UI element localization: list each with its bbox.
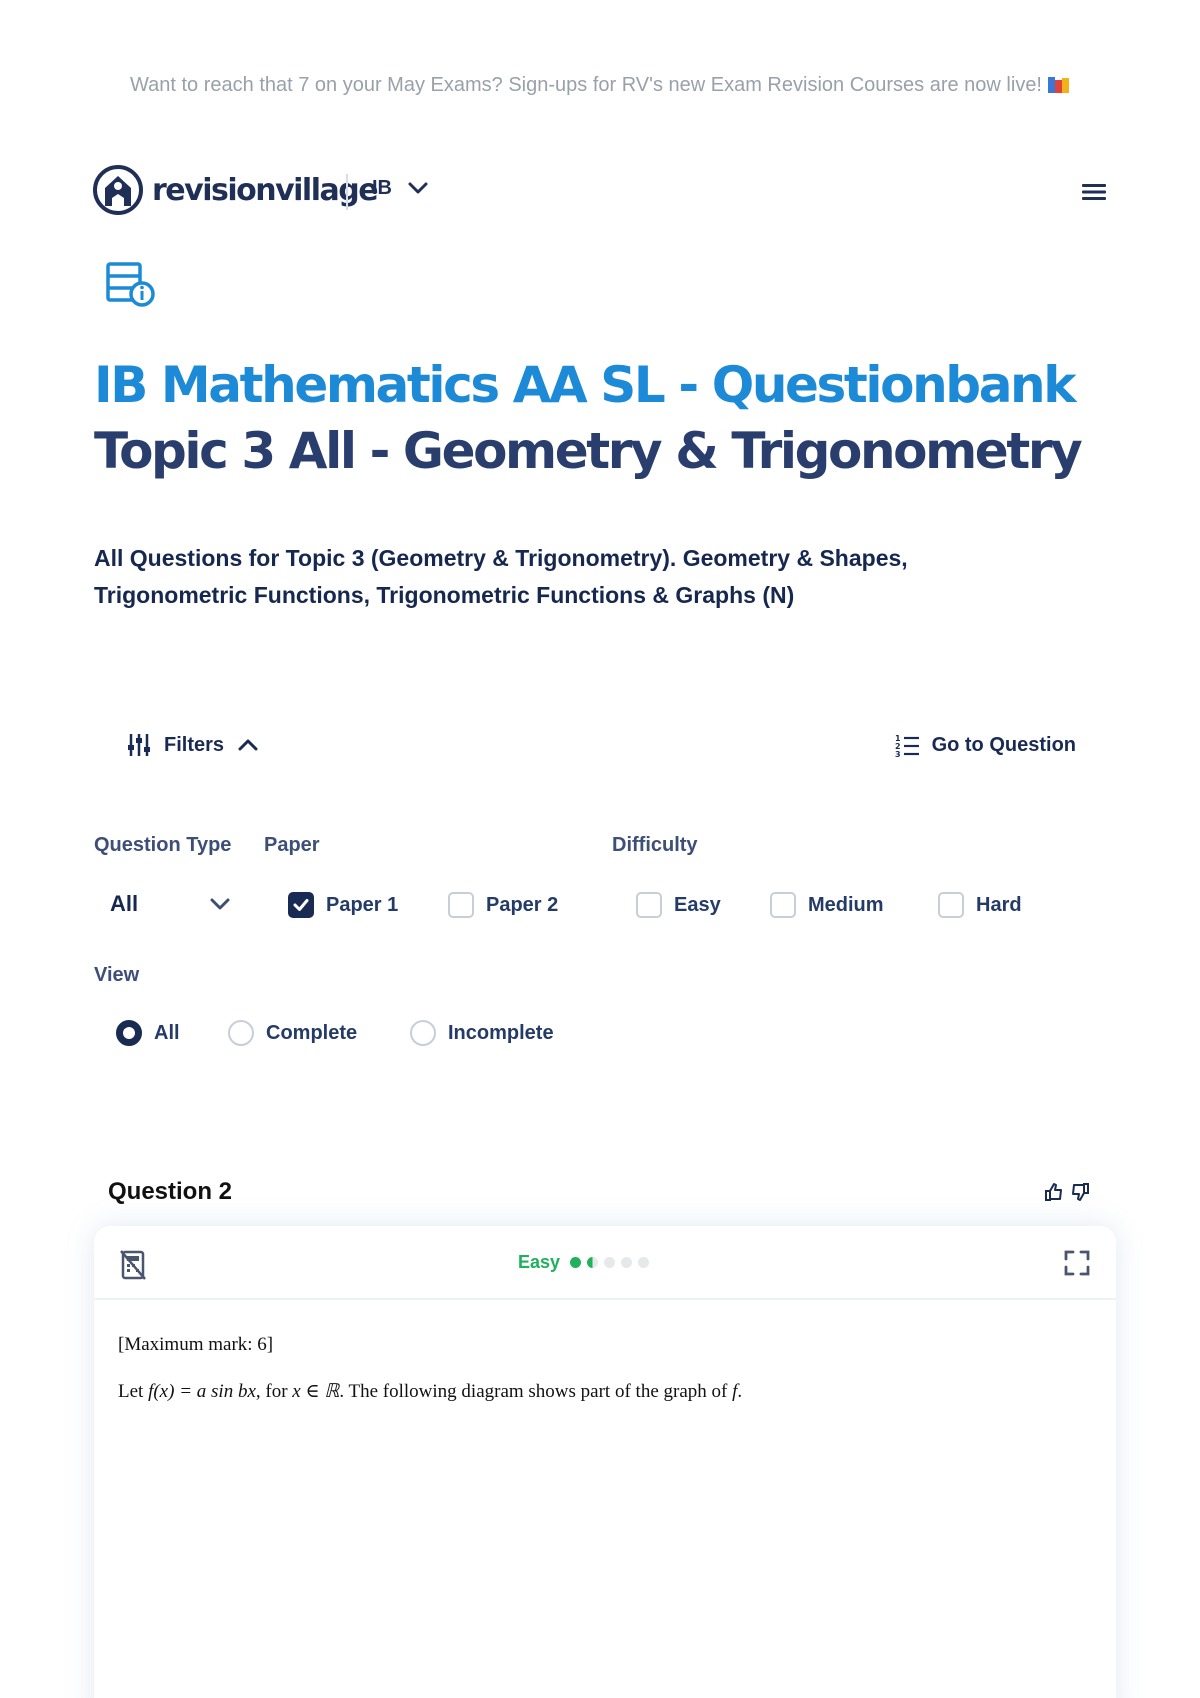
filters-toggle-button[interactable]: Filters [126, 732, 260, 758]
no-calculator-icon [120, 1250, 146, 1280]
thumbs-down-icon[interactable] [1070, 1182, 1090, 1202]
checkbox-unchecked-icon [770, 892, 796, 918]
checkbox-unchecked-icon [448, 892, 474, 918]
paper-2-checkbox[interactable]: Paper 2 [448, 892, 558, 918]
books-icon [1048, 75, 1070, 93]
difficulty-dot [604, 1257, 616, 1268]
difficulty-label: Difficulty [612, 834, 698, 856]
logo-mark-icon [93, 165, 143, 215]
question-text: Let f(x) = a sin bx, for x ∈ ℝ. The foll… [118, 1381, 743, 1402]
difficulty-medium-checkbox[interactable]: Medium [770, 892, 884, 918]
view-incomplete-label: Incomplete [448, 1021, 554, 1044]
chevron-down-icon [408, 182, 428, 194]
numbered-list-icon: 1 2 3 [895, 734, 919, 758]
page-subtitle: All Questions for Topic 3 (Geometry & Tr… [94, 545, 908, 608]
chevron-up-icon [238, 739, 258, 751]
difficulty-medium-label: Medium [808, 893, 884, 916]
difficulty-easy-label: Easy [674, 893, 721, 916]
curriculum-selector[interactable]: IB [372, 176, 430, 200]
question-card-toolbar: Easy [94, 1226, 1116, 1300]
question-body: [Maximum mark: 6] Let f(x) = a sin bx, f… [94, 1300, 1116, 1461]
question-card: Easy [Maximum mark: 6] Let f(x) = a sin … [94, 1226, 1116, 1698]
logo-text: revisionvillage [152, 172, 379, 208]
paper-2-label: Paper 2 [486, 893, 559, 916]
question-type-value: All [110, 891, 139, 916]
difficulty-hard-label: Hard [976, 893, 1022, 916]
view-all-radio[interactable]: All [116, 1020, 180, 1046]
svg-text:3: 3 [895, 750, 901, 758]
checkbox-checked-icon [288, 892, 314, 918]
checkbox-unchecked-icon [636, 892, 662, 918]
filters-label: Filters [164, 733, 225, 756]
banner-text: Want to reach that 7 on your May Exams? … [130, 74, 1042, 96]
maximum-mark: [Maximum mark: 6] [118, 1334, 274, 1355]
difficulty-dot [638, 1257, 650, 1268]
view-complete-label: Complete [266, 1021, 358, 1044]
difficulty-indicator: Easy [518, 1252, 650, 1273]
difficulty-text: Easy [518, 1252, 561, 1272]
radio-unselected-icon [228, 1020, 254, 1046]
question-title: Question 2 [108, 1178, 233, 1205]
curriculum-label: IB [372, 176, 392, 199]
view-all-label: All [154, 1021, 180, 1044]
thumbs-up-icon[interactable] [1044, 1182, 1064, 1202]
hamburger-menu-icon[interactable] [1080, 178, 1108, 206]
go-to-question-button[interactable]: 1 2 3 Go to Question [894, 732, 1076, 759]
fullscreen-icon[interactable] [1064, 1250, 1090, 1276]
page-topic-title: Topic 3 All - Geometry & Trigonometry [94, 422, 1083, 480]
announcement-banner[interactable]: Want to reach that 7 on your May Exams? … [100, 70, 1100, 101]
difficulty-dot [621, 1257, 633, 1268]
difficulty-dots [570, 1257, 650, 1268]
view-label: View [94, 964, 140, 986]
page-title: IB Mathematics AA SL - Questionbank [94, 356, 1076, 414]
filters-bar: Filters 1 2 3 Go to Question [126, 726, 1076, 766]
difficulty-dot [587, 1257, 599, 1268]
header-divider [346, 174, 348, 210]
chevron-down-icon [210, 898, 230, 910]
difficulty-easy-checkbox[interactable]: Easy [636, 892, 721, 918]
site-header: revisionvillage IB [92, 164, 1116, 220]
view-incomplete-radio[interactable]: Incomplete [410, 1020, 554, 1046]
radio-selected-icon [116, 1020, 142, 1046]
view-complete-radio[interactable]: Complete [228, 1020, 357, 1046]
radio-unselected-icon [410, 1020, 436, 1046]
sliders-icon [128, 734, 150, 756]
question-type-select[interactable]: All [110, 886, 232, 922]
rating-buttons [1044, 1182, 1090, 1202]
checkbox-unchecked-icon [938, 892, 964, 918]
paper-1-checkbox[interactable]: Paper 1 [288, 892, 398, 918]
logo[interactable]: revisionvillage [92, 164, 379, 216]
difficulty-hard-checkbox[interactable]: Hard [938, 892, 1022, 918]
go-to-question-label: Go to Question [931, 733, 1076, 756]
paper-1-label: Paper 1 [326, 893, 399, 916]
questionbank-icon [106, 262, 155, 307]
difficulty-dot [570, 1257, 582, 1268]
question-type-label: Question Type [94, 834, 232, 856]
paper-label: Paper [264, 834, 320, 856]
